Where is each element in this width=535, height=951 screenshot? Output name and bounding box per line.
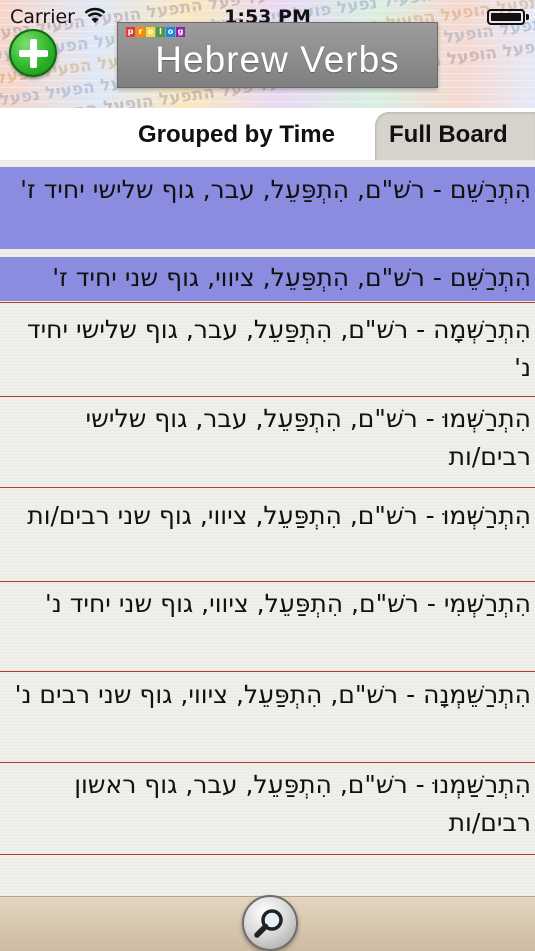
app-header: התפעל הופעל הפעיל נפעל פועל פיעל פעל התפ…: [0, 0, 535, 108]
tab-full-board[interactable]: Full Board: [375, 112, 535, 162]
verb-list[interactable]: הִתְרַשֵּׁם - רשׁ"ם, הִתְפַּעֵל, עבר, גו…: [0, 160, 535, 896]
list-divider: [0, 762, 535, 763]
list-divider: [0, 487, 535, 488]
list-item-label: הִתְרַשְּׁמוּ - רשׁ"ם, הִתְפַּעֵל, ציווי…: [27, 501, 531, 530]
list-item-label: הִתְרַשֵּׁם - רשׁ"ם, הִתְפַּעֵל, ציווי, …: [52, 263, 531, 292]
list-item-label: הִתְרַשֵּׁם - רשׁ"ם, הִתְפַּעֵל, עבר, גו…: [20, 175, 531, 204]
list-item[interactable]: הִתְרַשֵּׁם - רשׁ"ם, הִתְפַּעֵל, ציווי, …: [0, 257, 535, 301]
view-tabs: Grouped by Time Full Board: [0, 108, 535, 162]
list-item[interactable]: הִתְרַשֵּׁמְנָה - רשׁ"ם, הִתְפַּעֵל, ציו…: [0, 676, 535, 760]
list-item-label: הִתְרַשַּׁמְנוּ - רשׁ"ם, הִתְפַּעֵל, עבר…: [74, 770, 531, 837]
list-divider: [0, 302, 535, 303]
tab-full-board-label: Full Board: [389, 121, 508, 148]
bottom-toolbar: [0, 895, 535, 951]
list-divider: [0, 581, 535, 582]
list-item[interactable]: הִתְרַשְּׁמוּ - רשׁ"ם, הִתְפַּעֵל, עבר, …: [0, 400, 535, 486]
list-item-label: הִתְרַשְּׁמִי - רשׁ"ם, הִתְפַּעֵל, ציווי…: [44, 589, 531, 618]
battery-icon: [487, 9, 529, 25]
list-item[interactable]: הִתְרַשְּׁמָה - רשׁ"ם, הִתְפַּעֵל, עבר, …: [0, 311, 535, 395]
list-item[interactable]: הִתְרַשְּׁמוּ - רשׁ"ם, הִתְפַּעֵל, ציווי…: [0, 497, 535, 581]
list-item[interactable]: הִתְרַשֵּׁם - רשׁ"ם, הִתְפַּעֵל, עבר, גו…: [0, 167, 535, 249]
magnifier-icon: [254, 909, 283, 938]
add-button[interactable]: [9, 29, 57, 77]
list-divider: [0, 854, 535, 855]
list-divider: [0, 396, 535, 397]
list-item-label: הִתְרַשְּׁמוּ - רשׁ"ם, הִתְפַּעֵל, עבר, …: [85, 404, 531, 471]
prolog-logo: p r o l o g: [126, 27, 185, 37]
list-item-label: הִתְרַשֵּׁמְנָה - רשׁ"ם, הִתְפַּעֵל, ציו…: [14, 680, 531, 709]
list-item-label: הִתְרַשְּׁמָה - רשׁ"ם, הִתְפַּעֵל, עבר, …: [26, 315, 531, 382]
list-divider: [0, 671, 535, 672]
search-button[interactable]: [242, 895, 298, 951]
list-item[interactable]: הִתְרַשְּׁמִי - רשׁ"ם, הִתְפַּעֵל, ציווי…: [0, 585, 535, 669]
app-title-box: p r o l o g Hebrew Verbs: [117, 22, 438, 88]
app-title: Hebrew Verbs: [155, 39, 400, 80]
list-item[interactable]: הִתְרַשַּׁמְנוּ - רשׁ"ם, הִתְפַּעֵל, עבר…: [0, 766, 535, 850]
tab-grouped-by-time[interactable]: Grouped by Time: [138, 121, 335, 149]
